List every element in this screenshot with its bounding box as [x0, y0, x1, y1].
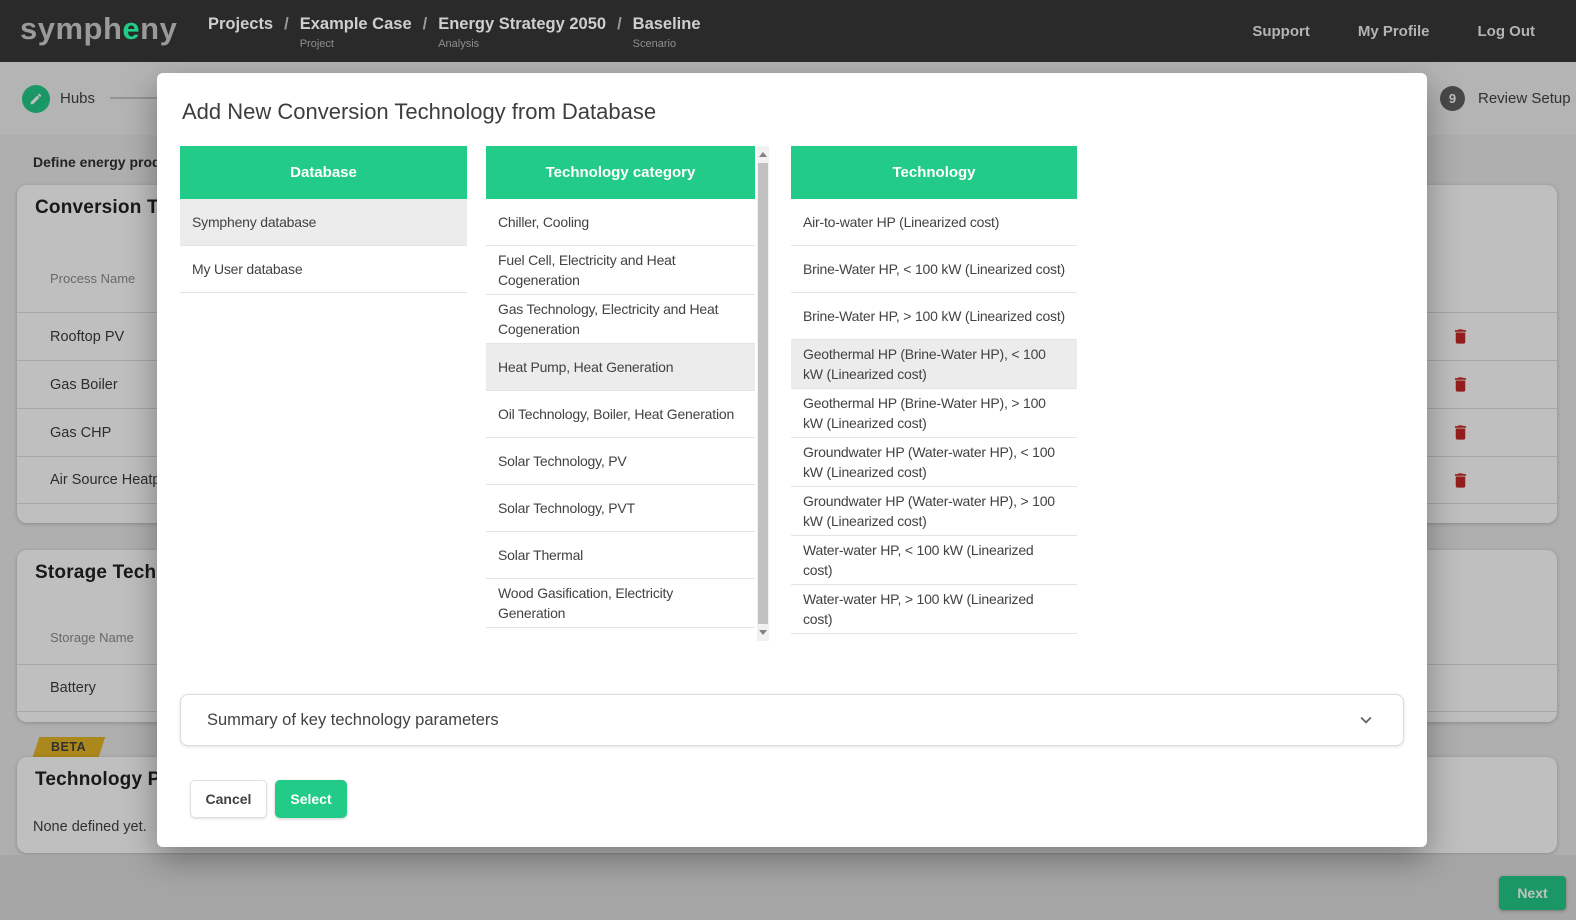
category-scrollbar[interactable]: [757, 146, 769, 641]
category-option[interactable]: Solar Technology, PV: [486, 438, 755, 485]
breadcrumb-sublabel: Scenario: [633, 38, 701, 50]
technology-option[interactable]: Brine-Water HP, < 100 kW (Linearized cos…: [791, 246, 1077, 293]
triangle-up-icon: [759, 152, 767, 157]
database-column-header: Database: [180, 146, 467, 199]
technology-category-column: Technology category Chiller, Cooling Fue…: [486, 146, 755, 641]
header-links: Support My Profile Log Out: [1252, 0, 1535, 62]
logo-part1: symph: [20, 11, 122, 46]
summary-label: Summary of key technology parameters: [207, 711, 499, 730]
breadcrumb-label: Projects: [208, 13, 273, 35]
technology-option[interactable]: Geothermal HP (Brine-Water HP), > 100 kW…: [791, 389, 1077, 438]
technology-option[interactable]: Water-water HP, > 100 kW (Linearized cos…: [791, 585, 1077, 634]
breadcrumb-sublabel: [208, 38, 273, 50]
logo-part2: ny: [140, 11, 177, 46]
breadcrumb-label: Example Case: [300, 13, 412, 35]
breadcrumb-sublabel: Project: [300, 38, 412, 50]
chevron-down-icon: [1355, 709, 1377, 731]
breadcrumb-item-analysis[interactable]: Energy Strategy 2050 Analysis: [438, 13, 606, 50]
database-column: Database Sympheny database My User datab…: [180, 146, 467, 293]
scroll-down-button[interactable]: [757, 624, 769, 641]
log-out-link[interactable]: Log Out: [1478, 23, 1535, 40]
summary-accordion[interactable]: Summary of key technology parameters: [180, 694, 1404, 746]
breadcrumb-separator: /: [423, 13, 428, 35]
modal-title: Add New Conversion Technology from Datab…: [182, 99, 656, 125]
app-logo[interactable]: sympheny: [20, 11, 177, 47]
support-link[interactable]: Support: [1252, 23, 1310, 40]
breadcrumb-item-scenario[interactable]: Baseline Scenario: [633, 13, 701, 50]
category-option[interactable]: Wood Technology, Boiler, Heat: [486, 628, 755, 641]
breadcrumb: Projects / Example Case Project / Energy…: [208, 13, 701, 50]
technology-category-list: Chiller, Cooling Fuel Cell, Electricity …: [486, 199, 755, 641]
select-button[interactable]: Select: [275, 780, 347, 818]
logo-accent: e: [122, 11, 140, 46]
database-list: Sympheny database My User database: [180, 199, 467, 293]
breadcrumb-separator: /: [284, 13, 289, 35]
scrollbar-thumb[interactable]: [758, 163, 768, 624]
technology-column-header: Technology: [791, 146, 1077, 199]
breadcrumb-label: Energy Strategy 2050: [438, 13, 606, 35]
category-option[interactable]: Gas Technology, Electricity and Heat Cog…: [486, 295, 755, 344]
technology-option[interactable]: Groundwater HP (Water-water HP), > 100 k…: [791, 487, 1077, 536]
breadcrumb-separator: /: [617, 13, 622, 35]
technology-option[interactable]: Water-water HP, < 100 kW (Linearized cos…: [791, 536, 1077, 585]
category-option[interactable]: Wood Gasification, Electricity Generatio…: [486, 579, 755, 628]
technology-list: Air-to-water HP (Linearized cost) Brine-…: [791, 199, 1077, 634]
category-option[interactable]: Solar Thermal: [486, 532, 755, 579]
technology-category-column-header: Technology category: [486, 146, 755, 199]
breadcrumb-label: Baseline: [633, 13, 701, 35]
technology-option[interactable]: Air-to-water HP (Linearized cost): [791, 199, 1077, 246]
technology-option[interactable]: Brine-Water HP, > 100 kW (Linearized cos…: [791, 293, 1077, 340]
my-profile-link[interactable]: My Profile: [1358, 23, 1430, 40]
cancel-button[interactable]: Cancel: [190, 780, 267, 818]
add-technology-modal: Add New Conversion Technology from Datab…: [157, 73, 1427, 847]
app-header: sympheny Projects / Example Case Project…: [0, 0, 1576, 62]
technology-option[interactable]: Geothermal HP (Brine-Water HP), < 100 kW…: [791, 340, 1077, 389]
database-option[interactable]: Sympheny database: [180, 199, 467, 246]
category-option[interactable]: Fuel Cell, Electricity and Heat Cogenera…: [486, 246, 755, 295]
modal-actions: Cancel Select: [190, 780, 347, 818]
breadcrumb-sublabel: Analysis: [438, 38, 606, 50]
category-option[interactable]: Chiller, Cooling: [486, 199, 755, 246]
technology-column: Technology Air-to-water HP (Linearized c…: [791, 146, 1077, 634]
category-option[interactable]: Oil Technology, Boiler, Heat Generation: [486, 391, 755, 438]
database-option[interactable]: My User database: [180, 246, 467, 293]
technology-option[interactable]: Groundwater HP (Water-water HP), < 100 k…: [791, 438, 1077, 487]
breadcrumb-item-projects[interactable]: Projects: [208, 13, 273, 50]
category-option[interactable]: Heat Pump, Heat Generation: [486, 344, 755, 391]
breadcrumb-item-project[interactable]: Example Case Project: [300, 13, 412, 50]
scroll-up-button[interactable]: [757, 146, 769, 163]
triangle-down-icon: [759, 630, 767, 635]
category-option[interactable]: Solar Technology, PVT: [486, 485, 755, 532]
